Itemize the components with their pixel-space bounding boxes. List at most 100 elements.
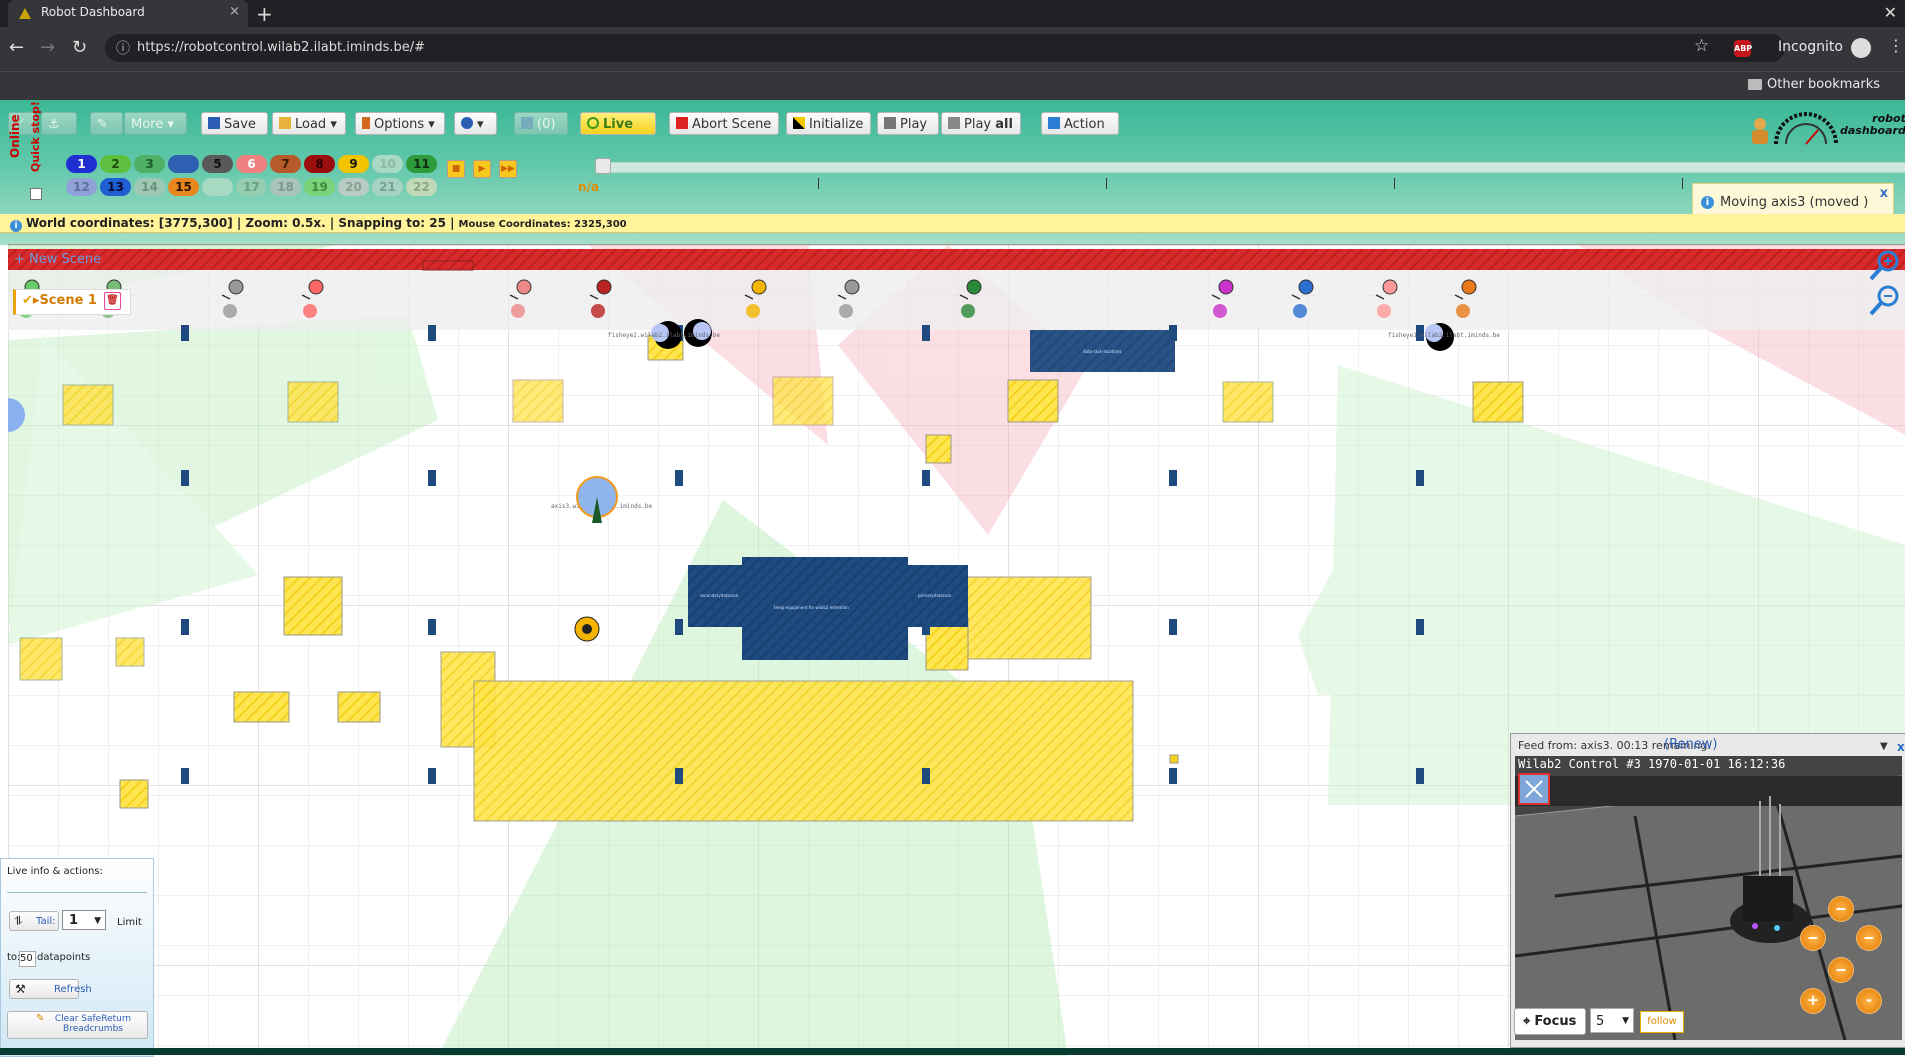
follow-button[interactable]: follow bbox=[1640, 1011, 1684, 1033]
refresh-button[interactable]: ⚒ Refresh bbox=[9, 979, 92, 999]
queue-counter-button[interactable]: (0) bbox=[514, 112, 568, 135]
waypoint-marker[interactable] bbox=[181, 470, 189, 486]
new-tab-icon[interactable]: + bbox=[256, 2, 273, 26]
roaming-robot[interactable] bbox=[574, 616, 600, 642]
edit-tool-button[interactable]: ✎ bbox=[90, 112, 123, 135]
dock-station[interactable] bbox=[303, 304, 317, 318]
pan-left-button[interactable]: ‒ bbox=[1800, 925, 1826, 951]
focus-button[interactable]: ⌖ Focus bbox=[1514, 1008, 1586, 1035]
zoom-plus-button[interactable]: + bbox=[1800, 988, 1826, 1014]
waypoint-marker[interactable] bbox=[675, 470, 683, 486]
quickstop-robot-20[interactable]: 20 bbox=[338, 178, 369, 196]
waypoint-marker[interactable] bbox=[675, 768, 683, 784]
tail-button[interactable]: ⥮ Tail: bbox=[9, 911, 59, 931]
trash-icon[interactable]: 🗑 bbox=[104, 292, 121, 310]
action-button[interactable]: Action bbox=[1041, 112, 1119, 135]
adblock-icon[interactable]: ABP bbox=[1734, 40, 1752, 57]
docked-robot[interactable] bbox=[751, 279, 767, 295]
quickstop-robot-10[interactable]: 10 bbox=[372, 155, 403, 173]
dock-station[interactable] bbox=[1377, 304, 1391, 318]
back-icon[interactable]: ← bbox=[9, 37, 24, 58]
waypoint-marker[interactable] bbox=[922, 619, 930, 635]
window-close-icon[interactable]: ✕ bbox=[1884, 3, 1897, 22]
more-button[interactable]: More ▾ bbox=[124, 112, 187, 135]
quickstop-robot-19[interactable]: 19 bbox=[304, 178, 335, 196]
waypoint-marker[interactable] bbox=[922, 470, 930, 486]
timeline-slider[interactable] bbox=[602, 162, 1905, 173]
docked-robot[interactable] bbox=[596, 279, 612, 295]
options-button[interactable]: Options ▾ bbox=[355, 112, 445, 135]
waypoint-marker[interactable] bbox=[428, 325, 436, 341]
waypoint-marker[interactable] bbox=[922, 768, 930, 784]
limit-input[interactable]: 50 bbox=[19, 951, 36, 967]
waypoint-marker[interactable] bbox=[181, 768, 189, 784]
waypoint-marker[interactable] bbox=[428, 619, 436, 635]
waypoint-marker[interactable] bbox=[922, 325, 930, 341]
play-all-button[interactable]: Play all bbox=[941, 112, 1021, 135]
waypoint-marker[interactable] bbox=[428, 768, 436, 784]
waypoint-marker[interactable] bbox=[675, 619, 683, 635]
pan-up-button[interactable]: ‒ bbox=[1828, 896, 1854, 922]
url-text[interactable]: https://robotcontrol.wilab2.ilabt.iminds… bbox=[137, 40, 425, 55]
clear-breadcrumbs-button[interactable]: ✎ Clear SafeReturn Breadcrumbs bbox=[7, 1011, 148, 1039]
site-info-icon[interactable]: ⓘ bbox=[116, 38, 130, 58]
quickstop-robot-18[interactable]: 18 bbox=[270, 178, 301, 196]
abort-scene-button[interactable]: Abort Scene bbox=[669, 112, 779, 135]
waypoint-marker[interactable] bbox=[1169, 325, 1177, 341]
map-thumbnail-icon[interactable] bbox=[1518, 773, 1550, 805]
quickstop-robot-16[interactable]: 16 bbox=[202, 178, 233, 196]
browser-menu-icon[interactable]: ⋮ bbox=[1888, 36, 1904, 55]
scene-1-tab[interactable]: ✔▸Scene 1 🗑 bbox=[13, 289, 131, 315]
help-button[interactable]: ▾ bbox=[454, 112, 497, 135]
docked-robot[interactable] bbox=[1461, 279, 1477, 295]
live-button[interactable]: Live bbox=[580, 112, 656, 135]
save-button[interactable]: Save bbox=[201, 112, 268, 135]
camera-close-icon[interactable]: x bbox=[1897, 740, 1905, 754]
anchor-tool-button[interactable]: ⚓ bbox=[41, 112, 77, 135]
quickstop-robot-12[interactable]: 12 bbox=[66, 178, 97, 196]
quickstop-robot-1[interactable]: 1 bbox=[66, 155, 97, 173]
waypoint-marker[interactable] bbox=[1169, 619, 1177, 635]
quickstop-robot-2[interactable]: 2 bbox=[100, 155, 131, 173]
docked-robot[interactable] bbox=[1382, 279, 1398, 295]
online-checkbox[interactable] bbox=[30, 188, 42, 200]
quickstop-robot-15[interactable]: 15 bbox=[168, 178, 199, 196]
dock-station[interactable] bbox=[839, 304, 853, 318]
dock-station[interactable] bbox=[746, 304, 760, 318]
waypoint-marker[interactable] bbox=[1416, 768, 1424, 784]
collapse-icon[interactable]: ▼ bbox=[1880, 741, 1888, 752]
quickstop-robot-5[interactable]: 5 bbox=[202, 155, 233, 173]
waypoint-marker[interactable] bbox=[1169, 470, 1177, 486]
quickstop-robot-4[interactable]: 4 bbox=[168, 155, 199, 173]
load-button[interactable]: Load ▾ bbox=[272, 112, 346, 135]
dock-station[interactable] bbox=[1293, 304, 1307, 318]
browser-tab[interactable]: Robot Dashboard × bbox=[8, 0, 248, 27]
docked-robot[interactable] bbox=[1218, 279, 1234, 295]
quickstop-robot-21[interactable]: 21 bbox=[372, 178, 403, 196]
docked-robot[interactable] bbox=[1298, 279, 1314, 295]
quickstop-robot-14[interactable]: 14 bbox=[134, 178, 165, 196]
tail-select[interactable]: 1 ▼ bbox=[62, 910, 106, 930]
quickstop-robot-7[interactable]: 7 bbox=[270, 155, 301, 173]
waypoint-marker[interactable] bbox=[428, 470, 436, 486]
bookmark-star-icon[interactable]: ☆ bbox=[1694, 36, 1709, 56]
docked-robot[interactable] bbox=[966, 279, 982, 295]
quickstop-robot-17[interactable]: 17 bbox=[236, 178, 267, 196]
dock-station[interactable] bbox=[1456, 304, 1470, 318]
quickstop-robot-13[interactable]: 13 bbox=[100, 178, 131, 196]
waypoint-marker[interactable] bbox=[181, 619, 189, 635]
dock-station[interactable] bbox=[223, 304, 237, 318]
initialize-button[interactable]: Initialize bbox=[786, 112, 871, 135]
quickstop-robot-22[interactable]: 22 bbox=[406, 178, 437, 196]
docked-robot[interactable] bbox=[844, 279, 860, 295]
renew-link[interactable]: (Renew) bbox=[1664, 737, 1717, 752]
waypoint-marker[interactable] bbox=[1169, 768, 1177, 784]
zoom-out-icon[interactable] bbox=[1868, 283, 1902, 317]
waypoint-marker[interactable] bbox=[1416, 619, 1424, 635]
stop-mini-icon[interactable]: ■ bbox=[447, 160, 465, 178]
forward-icon[interactable]: → bbox=[40, 37, 55, 58]
docked-robot[interactable] bbox=[516, 279, 532, 295]
dock-station[interactable] bbox=[591, 304, 605, 318]
timeline-handle[interactable] bbox=[595, 158, 611, 174]
other-bookmarks[interactable]: Other bookmarks bbox=[1767, 77, 1880, 92]
